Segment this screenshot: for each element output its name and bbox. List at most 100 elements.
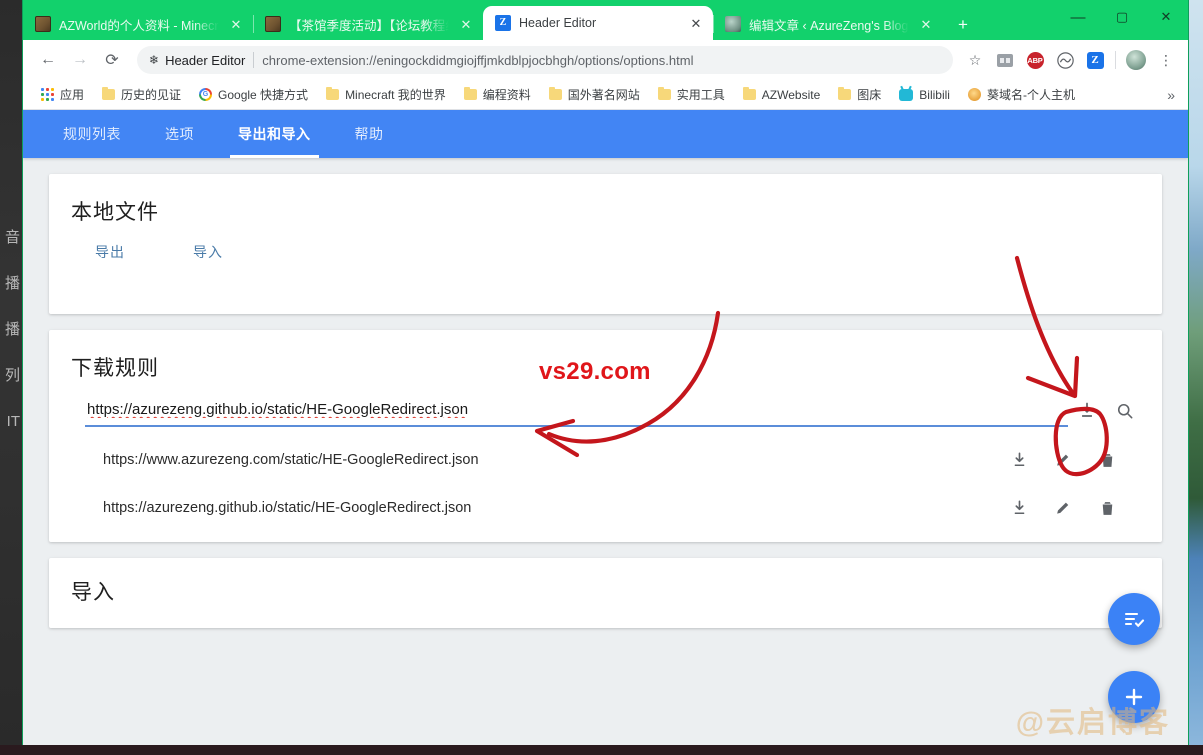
close-window-button[interactable]: ✕ [1144,0,1188,34]
import-button[interactable]: 导入 [183,236,233,268]
folder-icon [742,86,756,100]
avatar[interactable] [1122,46,1150,74]
browser-tab-3[interactable]: 编辑文章 ‹ AzureZeng's Blog — ✕ [713,8,943,40]
table-row[interactable]: https://www.azurezeng.com/static/HE-Goog… [67,436,1144,484]
bookmark-apps[interactable]: 应用 [33,83,92,106]
bookmark-label: 国外著名网站 [567,88,640,102]
browser-tab-2-active[interactable]: Z Header Editor ✕ [483,6,713,40]
tab-title: 【茶馆季度活动】【论坛教程组 [289,18,449,33]
bookmark-item-2[interactable]: Google 快捷方式 [191,83,316,106]
folder-icon [548,86,562,100]
address-bar[interactable]: ❄ Header Editor chrome-extension://ening… [137,46,953,74]
import-card: 导入 [49,558,1162,628]
rule-url: https://azurezeng.github.io/static/HE-Go… [103,500,472,516]
bookmark-item-4[interactable]: 编程资料 [456,83,539,106]
bookmarks-overflow-icon[interactable]: » [1160,84,1182,106]
extension-options-page: 规则列表 选项 导出和导入 帮助 本地文件 导出 导入 下载规则 https:/… [23,110,1188,745]
bookmark-item-9[interactable]: Bilibili [891,85,958,105]
row-actions [1000,489,1126,527]
card-title-import: 导入 [71,581,115,604]
local-file-actions: 导出 导入 [49,226,1162,274]
bookmark-label: AZWebsite [761,87,821,102]
download-icon[interactable] [1068,392,1106,430]
puzzle-icon: ❄ [149,53,160,67]
download-url-input[interactable] [85,395,1068,427]
bookmark-label: 编程资料 [482,88,531,102]
folder-icon [102,86,116,100]
export-button[interactable]: 导出 [85,236,135,268]
browser-toolbar: ← → ⟳ ❄ Header Editor chrome-extension:/… [23,40,1188,80]
tab-strip: AZWorld的个人资料 - Minecraft ✕ 【茶馆季度活动】【论坛教程… [23,0,1188,40]
table-row[interactable]: https://azurezeng.github.io/static/HE-Go… [67,484,1144,532]
window-controls: — ▢ ✕ [1056,0,1188,34]
app-nav-bar: 规则列表 选项 导出和导入 帮助 [23,110,1188,158]
close-icon[interactable]: ✕ [227,15,245,33]
bookmark-label: 历史的见证 [121,88,182,102]
tab-title: Header Editor [519,16,597,30]
browser-tab-0[interactable]: AZWorld的个人资料 - Minecraft ✕ [23,8,253,40]
minecraft-icon [35,16,51,32]
tab-export-import[interactable]: 导出和导入 [216,110,333,158]
forward-icon[interactable]: → [65,45,95,75]
add-fab[interactable] [1108,671,1160,723]
header-editor-toolbar-icon[interactable]: Z [1081,46,1109,74]
bookmark-star-icon[interactable]: ☆ [961,46,989,74]
bookmark-label: 应用 [60,88,85,102]
adblock-plus-icon[interactable]: ABP [1021,46,1049,74]
bookmarks-bar: 应用 历史的见证 Google 快捷方式 Minecraft 我的世界 编程资料… [23,80,1188,110]
desktop-left-text: 音 播 播 列 IT [4,229,20,430]
bookmark-item-3[interactable]: Minecraft 我的世界 [318,83,454,106]
download-icon[interactable] [1000,441,1038,479]
bookmark-item-6[interactable]: 实用工具 [650,83,733,106]
card-title-download-rules: 下载规则 [71,357,159,380]
tab-title: 编辑文章 ‹ AzureZeng's Blog — [749,18,909,33]
download-rules-card: 下载规则 https://azurezeng.github.io/static/… [49,330,1162,542]
bookmark-item-5[interactable]: 国外著名网站 [541,83,648,106]
edit-icon[interactable] [1044,489,1082,527]
bookmark-item-1[interactable]: 历史的见证 [94,83,189,106]
bookmark-label: 葵域名-个人主机 [986,88,1075,102]
bookmark-item-7[interactable]: AZWebsite [735,85,828,105]
close-icon[interactable]: ✕ [687,14,705,32]
download-icon[interactable] [1000,489,1038,527]
delete-icon[interactable] [1088,441,1126,479]
toolbar-divider [1115,51,1116,69]
maximize-button[interactable]: ▢ [1100,0,1144,34]
folder-icon [838,86,852,100]
rule-url: https://www.azurezeng.com/static/HE-Goog… [103,452,479,468]
tab-options[interactable]: 选项 [143,110,216,158]
minecraft-icon [265,16,281,32]
edit-icon[interactable] [1044,441,1082,479]
new-tab-button[interactable]: + [949,10,977,38]
close-icon[interactable]: ✕ [457,15,475,33]
minimize-button[interactable]: — [1056,0,1100,34]
tab-title: AZWorld的个人资料 - Minecraft [59,18,219,33]
chrome-menu-icon[interactable]: ⋮ [1152,46,1180,74]
url-text: chrome-extension://eningockdidmgiojffjmk… [262,52,694,68]
bilibili-icon [899,88,914,101]
reload-icon[interactable]: ⟳ [97,45,127,75]
browser-tab-1[interactable]: 【茶馆季度活动】【论坛教程组 ✕ [253,8,483,40]
rules-fab[interactable] [1108,593,1160,645]
tampermonkey-icon[interactable] [1051,46,1079,74]
extensions-box-icon [997,53,1013,67]
google-icon [199,88,213,101]
search-icon[interactable] [1106,392,1144,430]
back-icon[interactable]: ← [33,45,63,75]
browser-window: AZWorld的个人资料 - Minecraft ✕ 【茶馆季度活动】【论坛教程… [22,0,1189,745]
close-icon[interactable]: ✕ [917,15,935,33]
kui-icon [967,88,981,101]
desktop-bottom-strip [0,745,1203,755]
desktop-left-panel: 音 播 播 列 IT [0,0,22,755]
tab-help[interactable]: 帮助 [333,110,406,158]
bookmark-label: Minecraft 我的世界 [345,88,446,102]
extensions-icon[interactable] [991,46,1019,74]
apps-grid-icon [41,88,54,101]
bookmark-item-10[interactable]: 葵域名-个人主机 [960,83,1083,106]
bookmark-label: 实用工具 [676,88,725,102]
bookmark-label: Bilibili [919,87,950,102]
tab-rule-list[interactable]: 规则列表 [41,110,143,158]
extension-name: Header Editor [165,52,246,68]
bookmark-item-8[interactable]: 图床 [830,83,889,106]
delete-icon[interactable] [1088,489,1126,527]
